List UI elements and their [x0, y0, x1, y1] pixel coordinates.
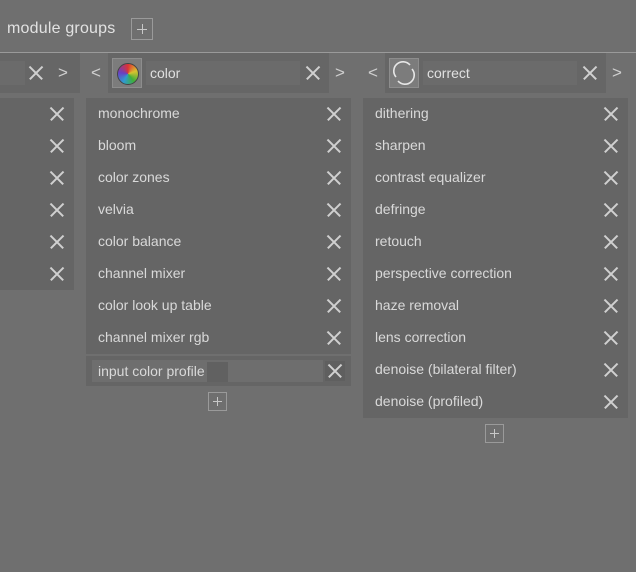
close-icon[interactable] [604, 139, 618, 153]
circle-arrows-icon[interactable] [389, 58, 419, 88]
close-icon[interactable] [327, 299, 341, 313]
remove-group-icon[interactable] [306, 66, 320, 80]
close-icon[interactable] [604, 299, 618, 313]
dropdown-box[interactable] [207, 362, 228, 382]
group-name-input[interactable]: correct [423, 61, 577, 85]
move-left-icon[interactable]: < [368, 64, 378, 82]
close-icon[interactable] [604, 107, 618, 121]
list-item: dithering [363, 98, 628, 130]
remove-add-row-button[interactable] [325, 361, 345, 381]
list-item: denoise (bilateral filter) [363, 354, 628, 386]
close-icon [328, 364, 342, 378]
list-item: perspective correction [363, 258, 628, 290]
list-item [0, 98, 74, 130]
list-item: color look up table [86, 290, 351, 322]
list-item: channel mixer [86, 258, 351, 290]
close-icon[interactable] [50, 235, 64, 249]
list-item [0, 194, 74, 226]
close-icon[interactable] [327, 171, 341, 185]
add-module-row: input color profile [86, 356, 351, 386]
color-wheel-ring [117, 63, 139, 85]
list-item: sharpen [363, 130, 628, 162]
close-icon[interactable] [50, 171, 64, 185]
move-left-icon[interactable]: < [91, 64, 101, 82]
list-item: bloom [86, 130, 351, 162]
list-item: contrast equalizer [363, 162, 628, 194]
add-module-value: input color profile [98, 363, 205, 379]
list-item: channel mixer rgb [86, 322, 351, 354]
module-list: monochrome bloom color zones velvia colo… [86, 98, 351, 354]
add-group-button[interactable] [131, 18, 153, 40]
list-item: retouch [363, 226, 628, 258]
list-item: color zones [86, 162, 351, 194]
close-icon[interactable] [50, 139, 64, 153]
close-icon[interactable] [604, 235, 618, 249]
list-item: denoise (profiled) [363, 386, 628, 418]
color-wheel-icon[interactable] [112, 58, 142, 88]
add-module-button[interactable] [485, 424, 504, 443]
close-icon[interactable] [604, 203, 618, 217]
close-icon[interactable] [604, 395, 618, 409]
list-item [0, 162, 74, 194]
list-item: color balance [86, 226, 351, 258]
close-icon[interactable] [327, 331, 341, 345]
group-column-header: color [108, 53, 329, 93]
list-item: lens correction [363, 322, 628, 354]
close-icon[interactable] [327, 235, 341, 249]
group-column-header: > [0, 53, 80, 93]
close-icon[interactable] [327, 107, 341, 121]
close-icon[interactable] [604, 267, 618, 281]
list-item [0, 226, 74, 258]
module-groups-header: module groups [0, 0, 636, 53]
move-right-icon[interactable]: > [612, 64, 622, 82]
group-name-input[interactable]: color [146, 61, 300, 85]
list-item: haze removal [363, 290, 628, 322]
group-column-header: correct [385, 53, 606, 93]
circle-arrows-glyph [393, 61, 415, 85]
close-icon[interactable] [604, 331, 618, 345]
list-item [0, 258, 74, 290]
close-icon[interactable] [327, 267, 341, 281]
close-icon[interactable] [50, 107, 64, 121]
close-icon[interactable] [50, 203, 64, 217]
list-item [0, 130, 74, 162]
close-icon[interactable] [327, 203, 341, 217]
group-name-input[interactable] [0, 61, 25, 85]
move-right-icon[interactable]: > [58, 64, 68, 82]
close-icon[interactable] [327, 139, 341, 153]
add-module-button[interactable] [208, 392, 227, 411]
remove-group-icon[interactable] [583, 66, 597, 80]
close-icon[interactable] [604, 363, 618, 377]
list-item: monochrome [86, 98, 351, 130]
close-icon[interactable] [604, 171, 618, 185]
close-icon[interactable] [50, 267, 64, 281]
list-item: velvia [86, 194, 351, 226]
page-title: module groups [7, 20, 116, 37]
module-list: dithering sharpen contrast equalizer def… [363, 98, 628, 418]
remove-group-icon[interactable] [29, 66, 43, 80]
list-item: defringe [363, 194, 628, 226]
move-right-icon[interactable]: > [335, 64, 345, 82]
module-list [0, 98, 74, 290]
